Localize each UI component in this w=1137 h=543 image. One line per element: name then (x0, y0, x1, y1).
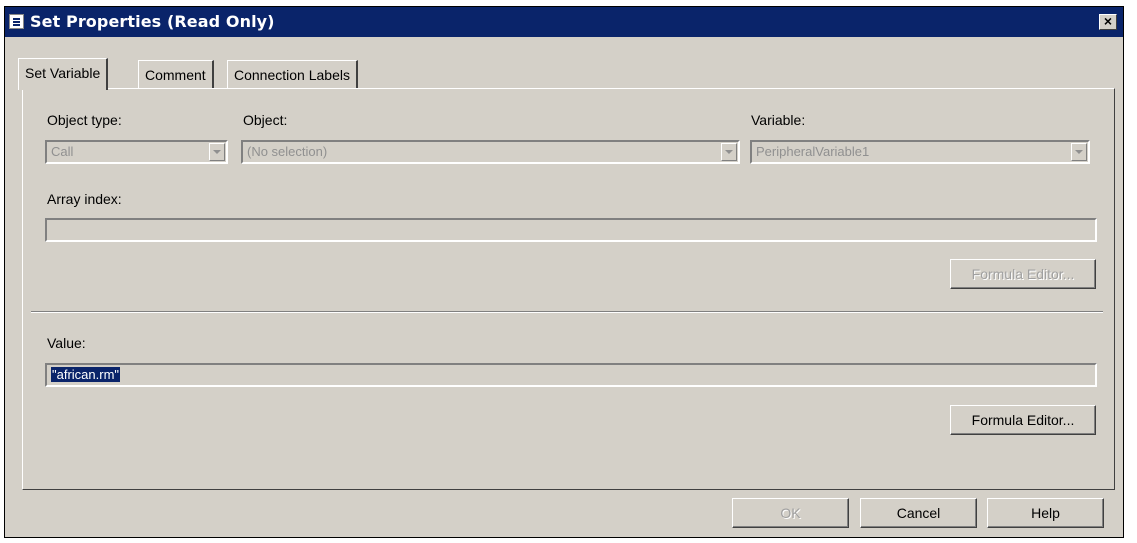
set-properties-dialog: Set Properties (Read Only) × Set Variabl… (4, 6, 1124, 538)
array-index-label: Array index: (47, 191, 122, 207)
section-divider (31, 311, 1103, 313)
object-type-select[interactable]: Call (45, 140, 228, 164)
chevron-down-icon[interactable] (721, 143, 737, 161)
close-button[interactable]: × (1099, 14, 1117, 30)
formula-editor-button[interactable]: Formula Editor... (950, 405, 1096, 435)
title-bar[interactable]: Set Properties (Read Only) × (5, 7, 1123, 37)
object-label: Object: (243, 112, 288, 128)
value-text: "african.rm" (51, 367, 121, 382)
ok-button[interactable]: OK (732, 498, 849, 528)
value-input[interactable]: "african.rm" (45, 363, 1097, 387)
chevron-down-icon[interactable] (1071, 143, 1087, 161)
chevron-down-icon[interactable] (209, 143, 225, 161)
array-index-input[interactable] (45, 218, 1097, 242)
window-menu-icon[interactable] (9, 14, 24, 29)
variable-select[interactable]: PeripheralVariable1 (750, 140, 1090, 164)
value-label: Value: (47, 335, 86, 351)
help-button[interactable]: Help (987, 498, 1104, 528)
object-type-value: Call (51, 144, 74, 159)
tab-connection-labels[interactable]: Connection Labels (227, 60, 358, 88)
object-value: (No selection) (247, 144, 328, 159)
tab-comment[interactable]: Comment (138, 60, 214, 88)
window-title: Set Properties (Read Only) (30, 12, 275, 31)
object-type-label: Object type: (47, 112, 122, 128)
formula-editor-button-disabled[interactable]: Formula Editor... (950, 259, 1096, 289)
cancel-button[interactable]: Cancel (860, 498, 977, 528)
variable-label: Variable: (751, 112, 806, 128)
object-select[interactable]: (No selection) (241, 140, 740, 164)
tab-set-variable[interactable]: Set Variable (18, 58, 109, 90)
variable-value: PeripheralVariable1 (756, 144, 870, 159)
